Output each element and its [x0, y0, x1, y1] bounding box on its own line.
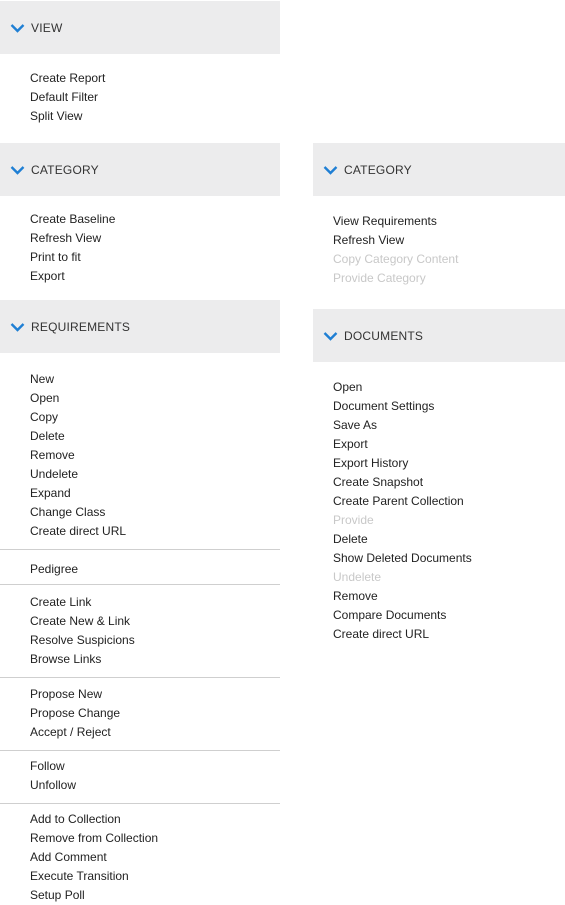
menu-item-split-view[interactable]: Split View	[30, 107, 105, 126]
menu-item-create-direct-url[interactable]: Create direct URL	[333, 625, 472, 644]
divider	[0, 677, 280, 678]
menu-item-create-baseline[interactable]: Create Baseline	[30, 210, 115, 229]
chevron-down-icon	[323, 165, 338, 175]
chevron-down-icon	[10, 165, 25, 175]
requirements-menu-group-2: Pedigree	[30, 560, 78, 579]
documents-section-header[interactable]: DOCUMENTS	[313, 309, 565, 362]
chevron-down-icon	[323, 331, 338, 341]
menu-item-add-comment[interactable]: Add Comment	[30, 848, 158, 867]
menu-item-copy-category-content: Copy Category Content	[333, 252, 459, 266]
menu-item-follow[interactable]: Follow	[30, 757, 76, 776]
divider	[0, 584, 280, 585]
menu-item-create-link[interactable]: Create Link	[30, 593, 135, 612]
menu-item-propose-change[interactable]: Propose Change	[30, 704, 120, 723]
menu-item-provide-category: Provide Category	[333, 271, 426, 285]
menu-item-compare-documents[interactable]: Compare Documents	[333, 606, 472, 625]
menu-item-delete[interactable]: Delete	[333, 530, 472, 549]
menu-item-view-requirements[interactable]: View Requirements	[333, 212, 458, 231]
category-section-title: CATEGORY	[344, 162, 412, 177]
menu-item-create-parent-collection[interactable]: Create Parent Collection	[333, 492, 472, 511]
view-menu-list: Create Report Default Filter Split View	[30, 69, 105, 126]
chevron-down-icon	[10, 23, 25, 33]
menu-item-remove[interactable]: Remove	[30, 446, 126, 465]
menu-item-setup-poll[interactable]: Setup Poll	[30, 886, 158, 905]
requirements-menu-group-1: New Open Copy Delete Remove Undelete Expand Cha…	[30, 370, 126, 541]
menu-item-delete[interactable]: Delete	[30, 427, 126, 446]
menu-item-undelete[interactable]: Undelete	[30, 465, 126, 484]
menu-item-remove-from-collection[interactable]: Remove from Collection	[30, 829, 158, 848]
menu-item-export[interactable]: Export	[30, 267, 115, 286]
view-section-header[interactable]: VIEW	[0, 1, 280, 54]
menu-item-unfollow[interactable]: Unfollow	[30, 776, 76, 795]
menu-item-create-snapshot[interactable]: Create Snapshot	[333, 473, 472, 492]
category-section-title: CATEGORY	[31, 162, 99, 177]
requirements-menu-group-5: Follow Unfollow	[30, 757, 76, 795]
menu-item-default-filter[interactable]: Default Filter	[30, 88, 105, 107]
requirements-menu-group-4: Propose New Propose Change Accept / Reject	[30, 685, 120, 742]
menu-item-remove[interactable]: Remove	[333, 587, 472, 606]
category-menu-list: Create Baseline Refresh View Print to fit E…	[30, 210, 115, 286]
menu-item-execute-transition[interactable]: Execute Transition	[30, 867, 158, 886]
menu-item-provide: Provide	[333, 513, 374, 527]
menu-item-export-history[interactable]: Export History	[333, 454, 472, 473]
menu-item-print-to-fit[interactable]: Print to fit	[30, 248, 115, 267]
menu-item-refresh-view[interactable]: Refresh View	[30, 229, 115, 248]
divider	[0, 803, 280, 804]
menu-item-expand[interactable]: Expand	[30, 484, 126, 503]
menu-item-create-new-and-link[interactable]: Create New & Link	[30, 612, 135, 631]
menu-item-add-to-collection[interactable]: Add to Collection	[30, 810, 158, 829]
view-section-title: VIEW	[31, 20, 63, 35]
menu-item-accept-reject[interactable]: Accept / Reject	[30, 723, 120, 742]
requirements-section-title: REQUIREMENTS	[31, 319, 131, 334]
menu-item-create-direct-url[interactable]: Create direct URL	[30, 522, 126, 541]
menu-item-refresh-view[interactable]: Refresh View	[333, 231, 458, 250]
menu-item-change-class[interactable]: Change Class	[30, 503, 126, 522]
menu-item-propose-new[interactable]: Propose New	[30, 685, 120, 704]
menu-item-browse-links[interactable]: Browse Links	[30, 650, 135, 669]
menu-item-create-report[interactable]: Create Report	[30, 69, 105, 88]
menu-item-pedigree[interactable]: Pedigree	[30, 560, 78, 579]
requirements-menu-group-3: Create Link Create New & Link Resolve Susp…	[30, 593, 135, 669]
menu-item-open[interactable]: Open	[30, 389, 126, 408]
divider	[0, 750, 280, 751]
requirements-menu-group-6: Add to Collection Remove from Collection A…	[30, 810, 158, 905]
category-section-header[interactable]: CATEGORY	[313, 143, 565, 196]
menu-item-document-settings[interactable]: Document Settings	[333, 397, 472, 416]
menu-item-open[interactable]: Open	[333, 378, 472, 397]
menu-item-copy[interactable]: Copy	[30, 408, 126, 427]
menu-item-export[interactable]: Export	[333, 435, 472, 454]
menu-item-resolve-suspicions[interactable]: Resolve Suspicions	[30, 631, 135, 650]
category-section-header[interactable]: CATEGORY	[0, 143, 280, 196]
menu-item-show-deleted-documents[interactable]: Show Deleted Documents	[333, 549, 472, 568]
documents-section-title: DOCUMENTS	[344, 328, 424, 343]
menu-item-new[interactable]: New	[30, 370, 126, 389]
chevron-down-icon	[10, 322, 25, 332]
divider	[0, 549, 280, 550]
requirements-section-header[interactable]: REQUIREMENTS	[0, 300, 280, 353]
menu-item-undelete: Undelete	[333, 570, 382, 584]
category-menu-list: View Requirements Refresh View Copy Catego…	[333, 212, 458, 288]
menu-item-save-as[interactable]: Save As	[333, 416, 472, 435]
documents-menu-list: Open Document Settings Save As Export Export…	[333, 378, 472, 644]
